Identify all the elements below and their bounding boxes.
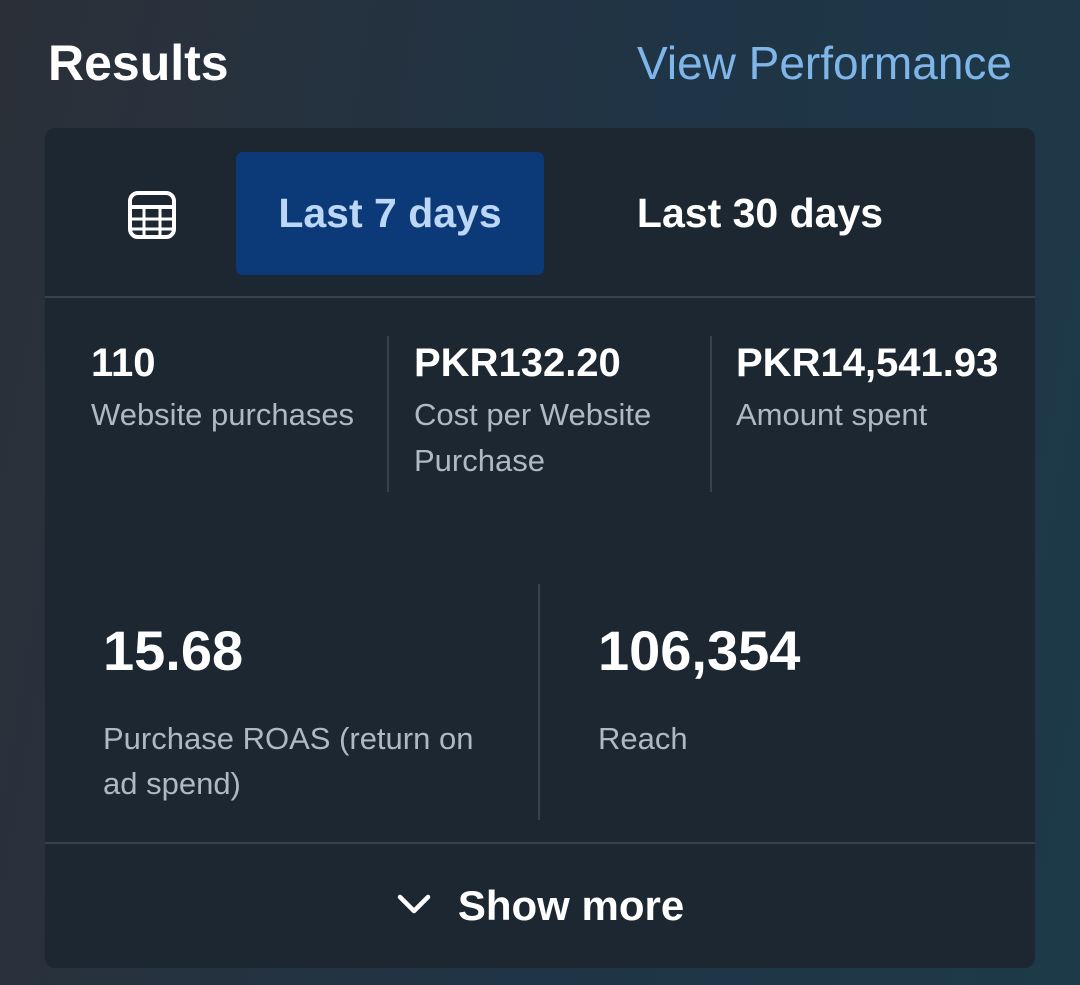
metric-value: 110 (91, 341, 156, 385)
metric-reach: 106,354 Reach (598, 616, 998, 761)
metric-value: 106,354 (598, 619, 801, 682)
metric-amount-spent: PKR14,541.93 Amount spent (736, 334, 1021, 438)
metric-divider (387, 336, 389, 492)
metric-divider (538, 584, 540, 820)
metric-label: Website purchases (91, 397, 355, 432)
metric-purchase-roas: 15.68 Purchase ROAS (return on ad spend) (103, 616, 503, 806)
metric-label: Reach (598, 721, 688, 756)
chevron-down-icon (396, 892, 432, 921)
metric-divider (710, 336, 712, 492)
view-performance-link[interactable]: View Performance (637, 36, 1012, 90)
results-title: Results (48, 35, 229, 91)
calendar-icon[interactable] (127, 190, 177, 240)
metric-value: 15.68 (103, 619, 244, 682)
metric-value: PKR132.20 (414, 341, 621, 385)
results-card: Last 7 days Last 30 days 110 Website pur… (45, 128, 1035, 968)
metric-label: Cost per Website Purchase (414, 397, 652, 478)
date-range-tabs: Last 7 days Last 30 days (45, 128, 1035, 298)
metric-value: PKR14,541.93 (736, 341, 999, 385)
show-more-label: Show more (457, 882, 685, 929)
show-more-button[interactable]: Show more (45, 844, 1035, 968)
metric-label: Amount spent (736, 397, 928, 432)
tabs-divider (45, 296, 1035, 298)
metric-website-purchases: 110 Website purchases (91, 334, 391, 438)
metric-cost-per-purchase: PKR132.20 Cost per Website Purchase (414, 334, 699, 484)
metric-label: Purchase ROAS (return on ad spend) (103, 721, 474, 801)
tab-last-30-days[interactable]: Last 30 days (590, 152, 930, 275)
tab-last-7-days[interactable]: Last 7 days (236, 152, 544, 275)
